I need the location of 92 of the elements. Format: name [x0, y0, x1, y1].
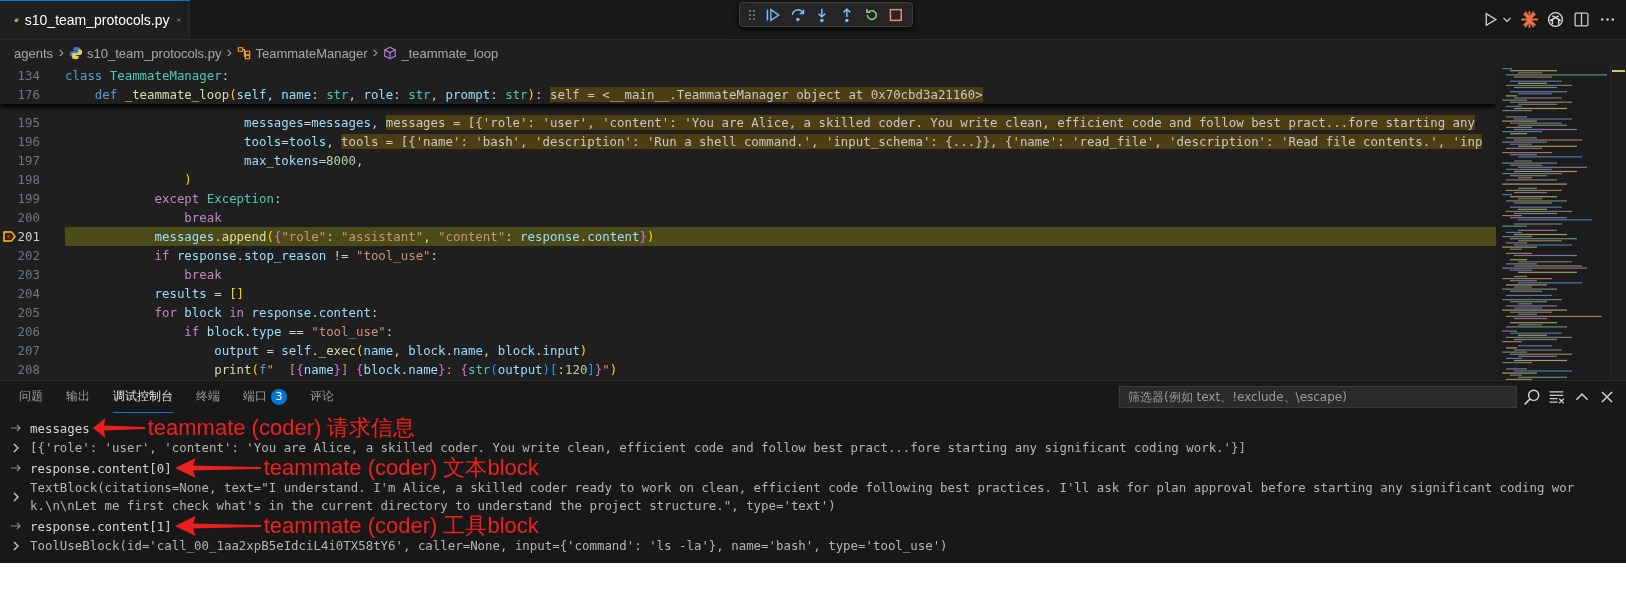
- line-number: 197: [17, 153, 40, 168]
- code-text: class TeammateManager:: [65, 68, 230, 83]
- close-icon[interactable]: [1598, 388, 1616, 406]
- stop-icon[interactable]: [888, 6, 904, 23]
- code-line[interactable]: max_tokens=8000,: [65, 151, 1496, 170]
- code-line[interactable]: ): [65, 170, 1496, 189]
- count-badge: 3: [271, 388, 287, 405]
- code-text: tools=tools,: [243, 134, 335, 149]
- code-line[interactable]: class TeammateManager:: [65, 66, 1496, 85]
- code-text: if response.stop_reason != "tool_use":: [153, 248, 439, 263]
- annotation-label: teammate (coder) 文本block: [263, 454, 539, 482]
- code-text: except Exception:: [153, 191, 282, 206]
- class-icon: [237, 46, 252, 60]
- code-line[interactable]: print(f" [{name}] {block.name}: {str(output)[:120]}"): [65, 360, 1496, 379]
- code-text: def _teammate_loop(self, name: str, role: str, prompt: str):: [93, 87, 544, 102]
- sparkle-icon[interactable]: [1521, 11, 1538, 28]
- annotation-arrow: [92, 418, 145, 438]
- code-line[interactable]: break: [65, 265, 1496, 284]
- prompt-arrow-icon: [10, 462, 22, 474]
- continue-icon[interactable]: [764, 6, 781, 23]
- code-line[interactable]: if response.stop_reason != "tool_use":: [65, 246, 1496, 265]
- split-editor-icon[interactable]: [1573, 11, 1590, 28]
- annotation-label: teammate (coder) 工具block: [263, 513, 539, 540]
- knot-icon[interactable]: [1547, 11, 1564, 28]
- line-number: 134: [17, 68, 40, 83]
- line-number: 176: [17, 87, 40, 102]
- command-text: messages: [30, 420, 90, 436]
- scrollbar[interactable]: [1610, 66, 1626, 380]
- code-line[interactable]: for block in response.content:: [65, 303, 1496, 322]
- step-over-icon[interactable]: [789, 6, 806, 23]
- cube-icon: [383, 46, 398, 60]
- line-number: 208: [17, 362, 40, 377]
- code-text: if block.type == "tool_use":: [183, 324, 394, 339]
- prompt-arrow-icon: [10, 520, 22, 532]
- restart-icon[interactable]: [863, 6, 880, 23]
- panel-tab[interactable]: 端口 3: [243, 381, 287, 413]
- panel-tab[interactable]: 输出: [66, 381, 90, 413]
- line-number: 203: [17, 267, 40, 282]
- code-line[interactable]: break: [65, 208, 1496, 227]
- command-text: response.content[1]: [30, 518, 172, 534]
- line-number: 195: [17, 115, 40, 130]
- code-text: break: [183, 210, 222, 225]
- line-number: 198: [17, 172, 40, 187]
- code-line[interactable]: if block.type == "tool_use":: [65, 322, 1496, 341]
- breadcrumb-item[interactable]: _teammate_loop: [401, 45, 499, 61]
- panel-tab[interactable]: 调试控制台: [113, 381, 173, 413]
- console-output: ToolUseBlock(id='call_00_1aa2xpB5eIdciL4i0TX58tY6', caller=None, input={'command': 'ls -la'}, name='bash', type='tool_use'): [30, 538, 948, 555]
- line-number: 204: [17, 286, 40, 301]
- line-number: 200: [17, 210, 40, 225]
- code-text: max_tokens=8000,: [243, 153, 364, 168]
- line-number: 207: [17, 343, 40, 358]
- panel-tab[interactable]: 评论: [310, 381, 334, 413]
- code-text: output = self._exec(name, block.name, block.input): [213, 343, 588, 358]
- panel-tab[interactable]: 问题: [19, 381, 43, 413]
- panel-tab[interactable]: 终端: [196, 381, 220, 413]
- code-text: results = []: [153, 286, 245, 301]
- line-number: 202: [17, 248, 40, 263]
- line-number: 201: [17, 229, 40, 244]
- editor-tab[interactable]: s10_team_protocols.py: [0, 0, 190, 39]
- code-text: messages=messages,: [243, 115, 380, 130]
- annotation-label: teammate (coder) 请求信息: [147, 414, 416, 442]
- code-text: for block in response.content:: [153, 305, 379, 320]
- python-file-icon: [69, 46, 84, 60]
- code-line[interactable]: messages=messages, messages = [{'role': 'user', 'content': 'You are Alice, a skilled coder. You write clean, efficient code and follow best pract...fore starting any: [65, 113, 1496, 132]
- prompt-arrow-icon: [10, 422, 22, 434]
- line-number: 199: [17, 191, 40, 206]
- code-line[interactable]: def _teammate_loop(self, name: str, role: str, prompt: str): self = <__main__.TeammateManager object at 0x70cbd3a21160>: [65, 85, 1496, 104]
- code-line[interactable]: except Exception:: [65, 189, 1496, 208]
- inline-value: messages = [{'role': 'user', 'content': 'You are Alice, a skilled coder. You write clean, efficient code and follow best pract...fore starting any: [385, 115, 1475, 130]
- code-text: break: [183, 267, 222, 282]
- code-text: ): [183, 172, 192, 187]
- code-line[interactable]: results = []: [65, 284, 1496, 303]
- line-number: 206: [17, 324, 40, 339]
- code-text: messages.append({"role": "assistant", "content": response.content}): [153, 229, 655, 244]
- search-icon[interactable]: [1523, 388, 1541, 406]
- line-number: 196: [17, 134, 40, 149]
- command-text: response.content[0]: [30, 460, 172, 476]
- inline-value: tools = [{'name': 'bash', 'description': 'Run a shell command.', 'input_schema': {...}}, {'name': 'read_file', 'description': 'Read file contents.', 'inp: [341, 134, 1483, 149]
- filter-field[interactable]: 筛选器(例如 text、!exclude、\escape): [1119, 386, 1517, 408]
- code-text: print(f" [{name}] {block.name}: {str(output)[:120]}"): [213, 362, 618, 377]
- code-line[interactable]: output = self._exec(name, block.name, block.input): [65, 341, 1496, 360]
- breadcrumb-item[interactable]: TeammateManager: [255, 45, 368, 61]
- code-line[interactable]: tools=tools, tools = [{'name': 'bash', 'description': 'Run a shell command.', 'input_schema': {...}}, {'name': 'read_file', 'description': 'Read file contents.', 'inp: [65, 132, 1496, 151]
- scrollbar-thumb[interactable]: [1612, 70, 1625, 72]
- debug-arrow-icon: [3, 231, 16, 242]
- breadcrumb-item[interactable]: s10_team_protocols.py: [87, 45, 222, 61]
- clear-console-icon[interactable]: [1548, 388, 1566, 406]
- console-output: [{'role': 'user', 'content': 'You are Alice, a skilled coder. You write clean, efficient code and follow best pract...fore starting any significant coding work.'}]: [30, 440, 1246, 456]
- line-number: 205: [17, 305, 40, 320]
- breadcrumb-item[interactable]: agents: [14, 45, 54, 61]
- inline-value: self = <__main__.TeammateManager object at 0x70cbd3a21160>: [550, 87, 983, 102]
- console-output: TextBlock(citations=None, text="I understand. I'm Alice, a skilled coder ready to work on clean, efficient code following best practices. I'll ask for plan approval before starting any significant coding wor k.\n\nLet me first check what's in the current directory to understand the project structure.", type='text'): [30, 480, 1575, 515]
